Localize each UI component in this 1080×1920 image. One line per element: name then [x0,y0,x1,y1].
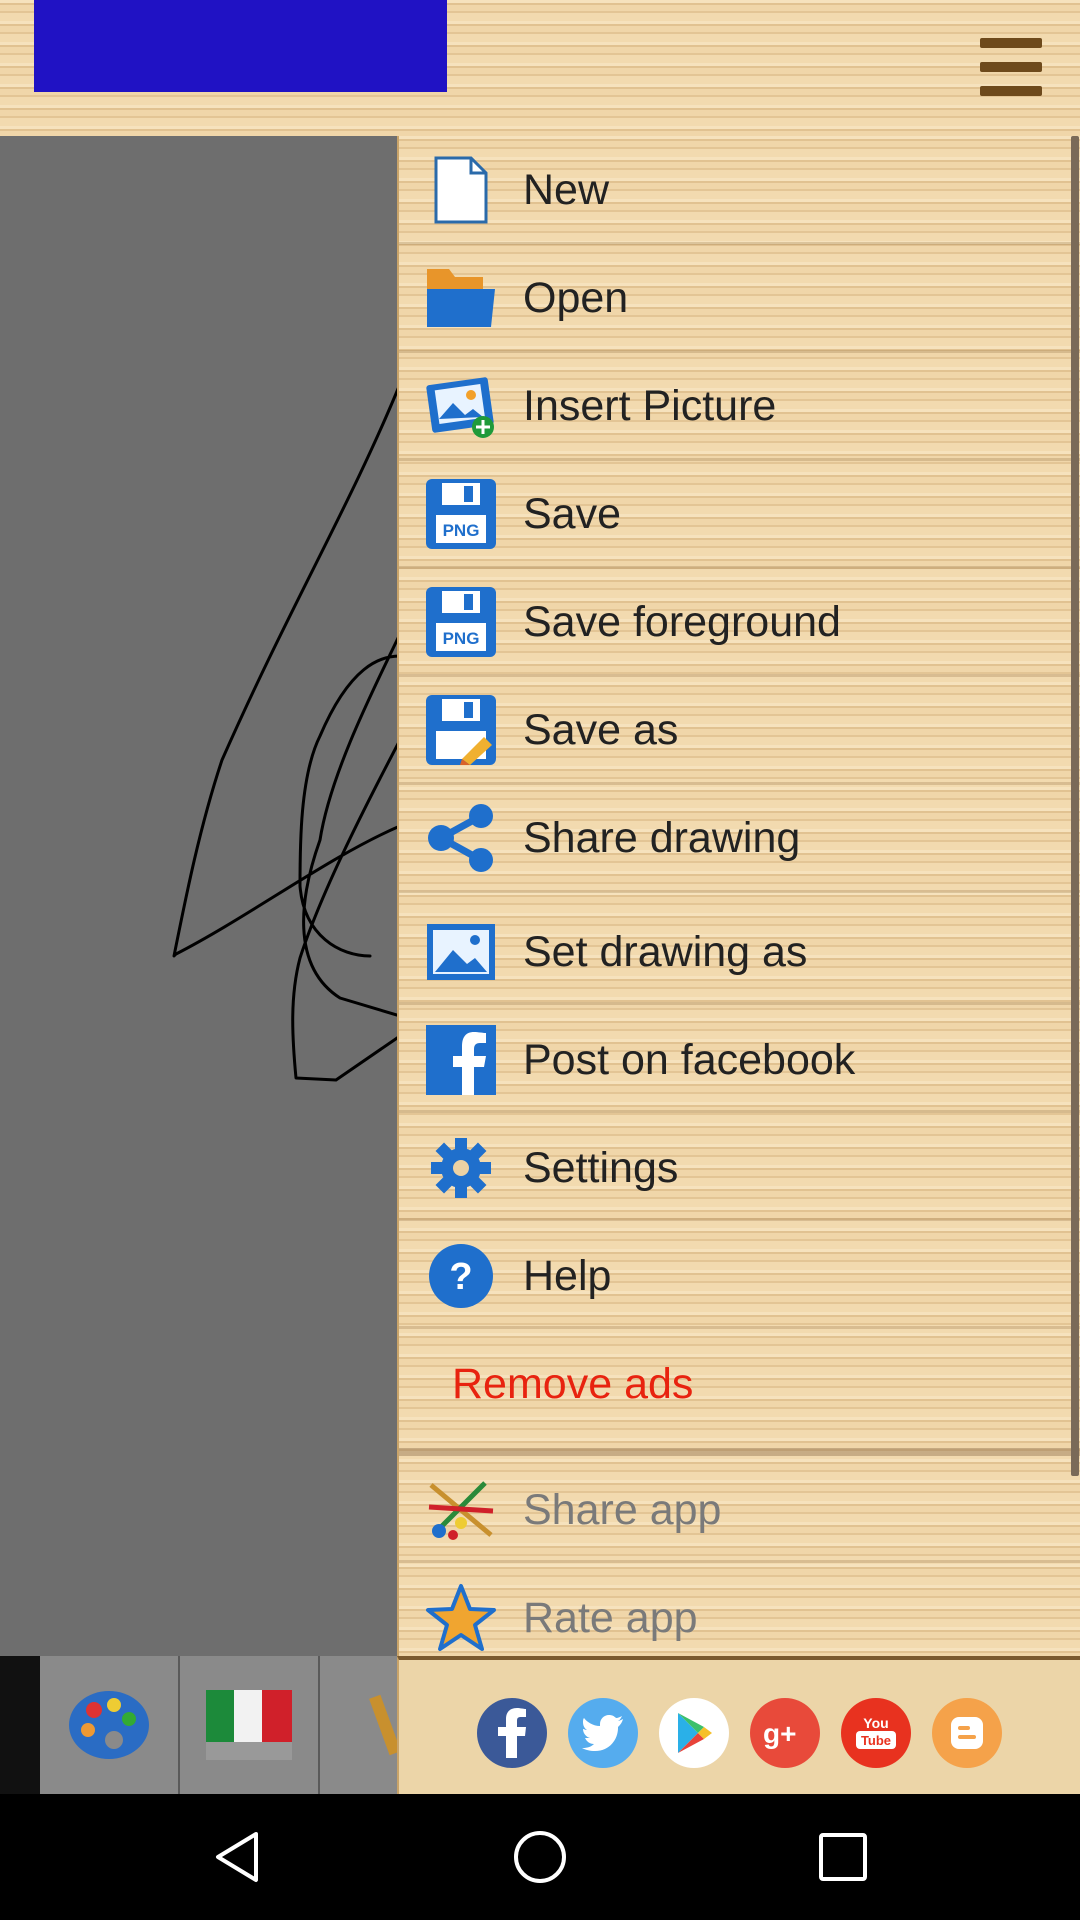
menu-item-save-as[interactable]: Save as [399,676,1080,784]
menu-item-open[interactable]: Open [399,244,1080,352]
wallpaper-icon [425,916,497,988]
menu-item-label: Insert Picture [523,381,777,430]
menu-item-label: Share drawing [523,813,801,862]
divider [399,1326,1080,1329]
menu-item-label: Settings [523,1143,679,1192]
share-app-icon [425,1474,497,1546]
ad-banner [34,0,447,92]
youtube-icon[interactable]: You Tube [841,1698,911,1768]
menu-item-settings[interactable]: Settings [399,1114,1080,1222]
menu-item-label: New [523,165,610,214]
divider [399,890,1080,893]
new-file-icon [425,154,497,226]
svg-text:?: ? [449,1256,472,1298]
svg-text:PNG: PNG [443,629,480,648]
back-icon[interactable] [202,1822,272,1892]
navigation-drawer: New Open Insert Picture PNG Save PNG Sav… [397,136,1080,1656]
svg-text:Tube: Tube [861,1733,891,1748]
home-icon[interactable] [505,1822,575,1892]
menu-item-help[interactable]: ? Help [399,1222,1080,1330]
menu-item-set-drawing-as[interactable]: Set drawing as [399,898,1080,1006]
hamburger-menu-icon[interactable] [978,34,1044,100]
share-icon [425,802,497,874]
gear-icon [425,1132,497,1204]
system-navigation-bar [0,1794,1080,1920]
menu-item-insert-picture[interactable]: Insert Picture [399,352,1080,460]
facebook-icon[interactable] [477,1698,547,1768]
save-png-icon: PNG [425,478,497,550]
palette-tool-icon[interactable] [40,1656,180,1794]
menu-item-post-on-facebook[interactable]: Post on facebook [399,1006,1080,1114]
menu-item-rate-app[interactable]: Rate app [399,1564,1080,1656]
folder-icon [425,262,497,334]
insert-picture-icon [425,370,497,442]
google-plus-icon[interactable]: g+ [750,1698,820,1768]
svg-text:You: You [863,1715,888,1731]
social-links-bar: g+ You Tube [397,1656,1080,1794]
menu-item-share-app[interactable]: Share app [399,1456,1080,1564]
divider [399,1002,1080,1005]
twitter-icon[interactable] [568,1698,638,1768]
star-icon [425,1582,497,1654]
menu-item-label: Rate app [523,1593,698,1642]
google-play-icon[interactable] [659,1698,729,1768]
menu-item-remove-ads[interactable]: Remove ads [399,1330,1080,1438]
divider [399,1448,1080,1456]
svg-text:PNG: PNG [443,521,480,540]
menu-item-new[interactable]: New [399,136,1080,244]
facebook-icon [425,1024,497,1096]
menu-item-label: Open [523,273,629,322]
menu-item-label: Share app [523,1485,722,1534]
menu-item-share-drawing[interactable]: Share drawing [399,784,1080,892]
drawer-scrollbar[interactable] [1071,136,1079,1476]
recents-icon[interactable] [808,1822,878,1892]
save-as-icon [425,694,497,766]
paint-bucket-tool-icon[interactable] [180,1656,320,1794]
menu-item-label: Save foreground [523,597,841,646]
menu-item-save[interactable]: PNG Save [399,460,1080,568]
divider [399,1560,1080,1563]
menu-item-save-foreground[interactable]: PNG Save foreground [399,568,1080,676]
save-foreground-png-icon: PNG [425,586,497,658]
menu-item-label: Save as [523,705,679,754]
blogger-icon[interactable] [932,1698,1002,1768]
remove-ads-label: Remove ads [452,1359,694,1408]
top-bar [0,0,1080,136]
svg-text:g+: g+ [763,1718,796,1749]
menu-item-label: Save [523,489,622,538]
divider [399,1110,1080,1113]
divider [399,1218,1080,1221]
menu-item-label: Set drawing as [523,927,808,976]
menu-item-label: Post on facebook [523,1035,856,1084]
menu-item-label: Help [523,1251,612,1300]
drawing-stroke [172,382,400,1082]
help-icon: ? [425,1240,497,1312]
